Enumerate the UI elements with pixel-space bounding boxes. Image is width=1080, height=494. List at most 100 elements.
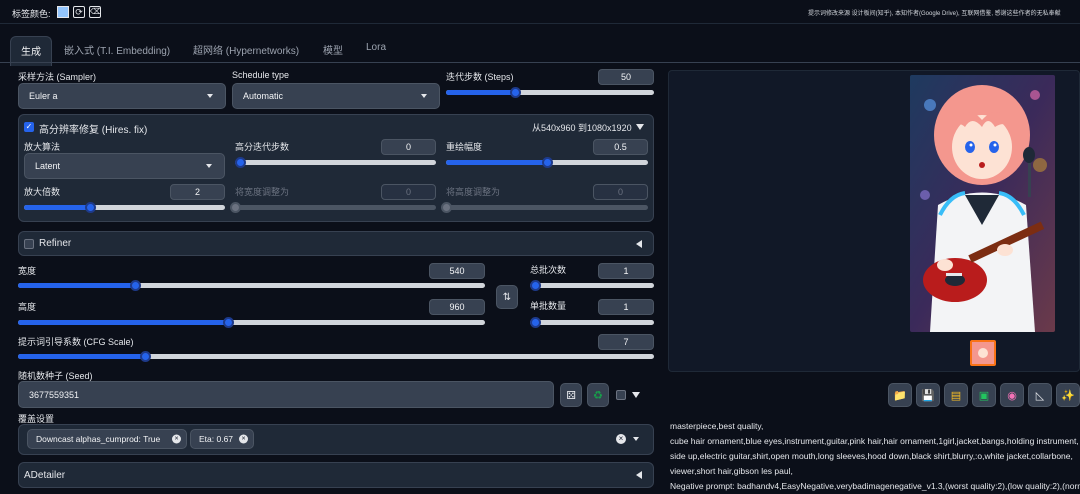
scale-label: 放大倍数	[24, 187, 61, 197]
batch-count-input[interactable]: 1	[598, 263, 654, 279]
extra-seed-toggle-icon[interactable]	[632, 392, 640, 398]
width-slider-thumb[interactable]	[129, 280, 141, 291]
expand-icon[interactable]	[636, 471, 642, 479]
steps-slider[interactable]	[446, 87, 654, 98]
batch-size-slider-thumb[interactable]	[530, 317, 541, 328]
batch-count-slider-thumb[interactable]	[530, 280, 541, 291]
resize-height-input[interactable]: 0	[593, 184, 648, 200]
dice-icon[interactable]: ⚄	[560, 383, 582, 407]
clear-all-icon[interactable]: ×	[616, 434, 626, 444]
notice-text: 提示词修改来源 设计板间(知乎), 本知作者(Google Drive), 互联…	[808, 11, 1061, 17]
cfg-label: 提示词引导系数 (CFG Scale)	[18, 337, 134, 347]
resize-height-label: 将高度调整为	[446, 187, 501, 197]
cfg-slider[interactable]	[18, 351, 654, 362]
height-label: 高度	[18, 302, 37, 312]
chip-label: Downcast alphas_cumprod: True	[36, 434, 161, 444]
refiner-panel[interactable]	[18, 231, 654, 256]
hires-resolution: 从540x960 到1080x1920	[532, 123, 632, 133]
cfg-slider-thumb[interactable]	[140, 351, 152, 362]
steps-label: 迭代步数 (Steps)	[446, 72, 514, 82]
refresh-icon[interactable]: ⟳	[73, 6, 85, 18]
prompt-line: viewer,short hair,gibson les paul,	[670, 466, 793, 476]
steps-slider-thumb[interactable]	[509, 87, 521, 98]
resize-width-label: 将宽度调整为	[235, 187, 290, 197]
sampler-value: Euler a	[29, 91, 58, 101]
hires-steps-label: 高分迭代步数	[235, 142, 290, 152]
width-input[interactable]: 540	[429, 263, 485, 279]
refiner-label: Refiner	[39, 238, 72, 249]
save-icon[interactable]: 💾	[916, 383, 940, 407]
image-icon[interactable]: ▣	[972, 383, 996, 407]
resize-width-input[interactable]: 0	[381, 184, 436, 200]
sampler-dropdown[interactable]: Euler a	[18, 83, 226, 109]
height-slider[interactable]	[18, 317, 485, 328]
schedule-value: Automatic	[243, 91, 284, 101]
upscaler-label: 放大算法	[24, 142, 61, 152]
height-input[interactable]: 960	[429, 299, 485, 315]
schedule-label: Schedule type	[232, 70, 290, 80]
tab-lora[interactable]: Lora	[366, 42, 386, 53]
upscaler-value: Latent	[35, 161, 61, 171]
scale-slider-thumb[interactable]	[85, 202, 97, 213]
recycle-icon[interactable]: ♻	[587, 383, 609, 407]
clear-icon[interactable]: ⌫	[89, 6, 101, 18]
resize-width-slider[interactable]	[230, 202, 436, 213]
schedule-dropdown[interactable]: Automatic	[232, 83, 440, 109]
anime-girl-guitar-image	[910, 75, 1055, 332]
height-slider-thumb[interactable]	[223, 317, 235, 328]
collapse-icon[interactable]	[636, 124, 644, 130]
denoise-label: 重绘幅度	[446, 142, 483, 152]
hires-steps-input[interactable]: 0	[381, 139, 436, 155]
thumbnail[interactable]	[970, 340, 996, 366]
ruler-icon[interactable]: ◺	[1028, 383, 1052, 407]
tab-embedding[interactable]: 嵌入式 (T.I. Embedding)	[64, 42, 170, 57]
batch-size-slider[interactable]	[530, 317, 654, 328]
folder-icon[interactable]: 📁	[888, 383, 912, 407]
generated-image[interactable]	[910, 75, 1055, 332]
scale-slider[interactable]	[24, 202, 225, 213]
palette-icon[interactable]: ◉	[1000, 383, 1024, 407]
resize-height-slider-thumb[interactable]	[441, 202, 452, 213]
resize-height-slider[interactable]	[441, 202, 648, 213]
expand-icon[interactable]	[636, 240, 642, 248]
denoise-input[interactable]: 0.5	[593, 139, 648, 155]
chevron-down-icon	[207, 94, 213, 98]
batch-count-slider[interactable]	[530, 280, 654, 291]
tab-model[interactable]: 模型	[323, 42, 343, 57]
chevron-down-icon[interactable]	[633, 437, 639, 441]
chevron-down-icon	[421, 94, 427, 98]
batch-size-input[interactable]: 1	[598, 299, 654, 315]
swap-dimensions-button[interactable]: ⇅	[496, 285, 518, 309]
width-slider[interactable]	[18, 280, 485, 291]
resize-width-slider-thumb[interactable]	[230, 202, 241, 213]
tab-hypernetworks[interactable]: 超网络 (Hypernetworks)	[193, 42, 299, 57]
cfg-input[interactable]: 7	[598, 334, 654, 350]
steps-input[interactable]: 50	[598, 69, 654, 85]
chevron-down-icon	[206, 164, 212, 168]
override-chip-eta[interactable]: Eta: 0.67 ×	[190, 429, 254, 449]
width-label: 宽度	[18, 266, 37, 276]
remove-chip-icon[interactable]: ×	[172, 434, 181, 444]
color-swatch-icon[interactable]	[57, 6, 69, 18]
sparkle-icon[interactable]: ✨	[1056, 383, 1080, 407]
zip-icon[interactable]: ▤	[944, 383, 968, 407]
denoise-slider[interactable]	[446, 157, 648, 168]
remove-chip-icon[interactable]: ×	[239, 434, 248, 444]
denoise-slider-thumb[interactable]	[542, 157, 553, 168]
scale-input[interactable]: 2	[170, 184, 225, 200]
prompt-line: cube hair ornament,blue eyes,instrument,…	[670, 436, 1079, 446]
hires-steps-slider[interactable]	[235, 157, 436, 168]
chip-label: Eta: 0.67	[199, 434, 234, 444]
sampler-label: 采样方法 (Sampler)	[18, 72, 97, 82]
hires-checkbox[interactable]: ✓	[24, 122, 34, 132]
adetailer-panel[interactable]	[18, 462, 654, 488]
tag-color-label: 标签颜色:	[12, 9, 51, 19]
seed-input[interactable]: 3677559351	[18, 381, 554, 408]
hires-steps-slider-thumb[interactable]	[235, 157, 246, 168]
upscaler-dropdown[interactable]: Latent	[24, 153, 225, 179]
refiner-checkbox[interactable]	[24, 239, 34, 249]
extra-seed-checkbox[interactable]	[616, 390, 626, 400]
hires-label: 高分辨率修复 (Hires. fix)	[39, 125, 148, 136]
override-chip-downcast[interactable]: Downcast alphas_cumprod: True ×	[27, 429, 187, 449]
tab-underline	[0, 62, 1080, 63]
